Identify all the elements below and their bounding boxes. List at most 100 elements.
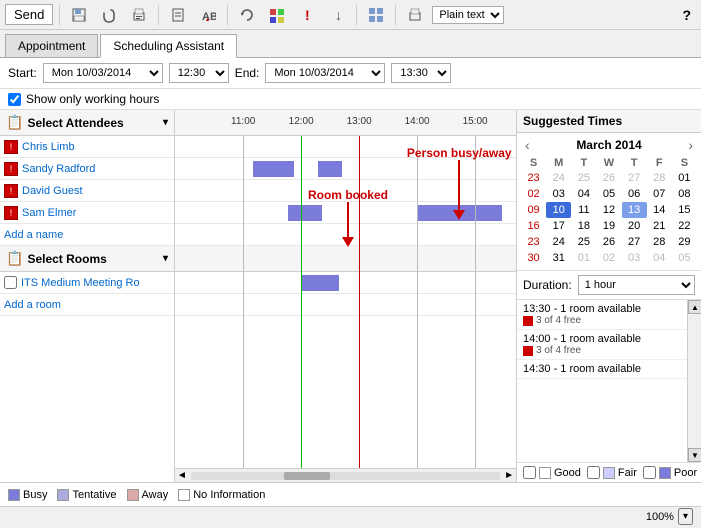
end-date-select[interactable]: Mon 10/03/2014 — [265, 63, 385, 83]
attach-button[interactable] — [96, 4, 122, 26]
cal-day[interactable]: 29 — [672, 234, 697, 250]
cal-day[interactable]: 03 — [622, 250, 647, 266]
start-date-select[interactable]: Mon 10/03/2014 — [43, 63, 163, 83]
cal-day[interactable]: 12 — [596, 202, 621, 218]
print2-button[interactable] — [402, 4, 428, 26]
suggested-item-2[interactable]: 14:00 - 1 room available 3 of 4 free — [517, 330, 687, 360]
person-busy-arrow-stem — [458, 160, 460, 210]
cal-day[interactable]: 18 — [571, 218, 596, 234]
timeline-section-rooms — [175, 246, 516, 272]
zoom-button[interactable]: ▾ — [678, 508, 693, 525]
cal-day[interactable]: 22 — [672, 218, 697, 234]
cal-day[interactable]: 25 — [571, 234, 596, 250]
fair-checkbox[interactable] — [587, 466, 600, 479]
cal-day[interactable]: 15 — [672, 202, 697, 218]
cal-day[interactable]: 25 — [571, 170, 596, 186]
poor-checkbox[interactable] — [643, 466, 656, 479]
spellcheck-button[interactable]: ABC — [195, 4, 221, 26]
attendee-link-2[interactable]: Sandy Radford — [22, 163, 95, 175]
cal-day[interactable]: 01 — [571, 250, 596, 266]
cal-day[interactable]: 09 — [521, 202, 546, 218]
cal-day[interactable]: 28 — [647, 170, 672, 186]
print-button[interactable] — [126, 4, 152, 26]
cal-day[interactable]: 26 — [596, 170, 621, 186]
recurrence-button[interactable] — [234, 4, 260, 26]
scroll-right-btn[interactable]: ► — [504, 470, 514, 481]
cal-day[interactable]: 08 — [672, 186, 697, 202]
cal-day[interactable]: 28 — [647, 234, 672, 250]
scroll-thumb[interactable] — [284, 472, 330, 480]
cal-day[interactable]: 27 — [622, 234, 647, 250]
cal-day[interactable]: 16 — [521, 218, 546, 234]
save-button[interactable] — [66, 4, 92, 26]
cal-day[interactable]: 03 — [546, 186, 571, 202]
scroll-track[interactable] — [191, 472, 500, 480]
cal-day[interactable]: 06 — [622, 186, 647, 202]
good-label: Good — [554, 467, 581, 479]
cal-day[interactable]: 14 — [647, 202, 672, 218]
cal-prev-btn[interactable]: ‹ — [521, 137, 534, 153]
cal-day[interactable]: 07 — [647, 186, 672, 202]
cal-day[interactable]: 24 — [546, 170, 571, 186]
add-attendee-row[interactable]: Add a name — [0, 224, 174, 246]
cal-day[interactable]: 17 — [546, 218, 571, 234]
importance-high-button[interactable]: ! — [294, 4, 320, 26]
addressbook-button[interactable] — [165, 4, 191, 26]
importance-high-icon: ! — [299, 7, 315, 23]
categorize-button[interactable] — [264, 4, 290, 26]
cal-next-btn[interactable]: › — [684, 137, 697, 153]
cal-day[interactable]: 02 — [521, 186, 546, 202]
cal-day[interactable]: 05 — [596, 186, 621, 202]
gfp-good: Good — [523, 466, 581, 479]
end-time-select[interactable]: 13:30 — [391, 63, 451, 83]
cal-day[interactable]: 26 — [596, 234, 621, 250]
start-time-select[interactable]: 12:30 — [169, 63, 229, 83]
good-checkbox[interactable] — [523, 466, 536, 479]
scroll-left-btn[interactable]: ◄ — [177, 470, 187, 481]
cal-day[interactable]: 23 — [521, 170, 546, 186]
suggested-header: Suggested Times — [517, 110, 701, 133]
cal-day[interactable]: 13 — [622, 202, 647, 218]
cal-day[interactable]: 11 — [571, 202, 596, 218]
suggested-scroll-track[interactable] — [688, 314, 701, 448]
tab-appointment[interactable]: Appointment — [5, 34, 98, 57]
suggested-scroll-down[interactable]: ▼ — [688, 448, 701, 462]
room-checkbox-1[interactable] — [4, 276, 17, 289]
suggested-item-1[interactable]: 13:30 - 1 room available 3 of 4 free — [517, 300, 687, 330]
attendee-link-1[interactable]: Chris Limb — [22, 141, 75, 153]
working-hours-checkbox[interactable] — [8, 93, 21, 106]
help-button[interactable]: ? — [677, 4, 696, 26]
cal-day[interactable]: 23 — [521, 234, 546, 250]
cal-day[interactable]: 31 — [546, 250, 571, 266]
suggested-item-3[interactable]: 14:30 - 1 room available — [517, 360, 687, 379]
cal-day[interactable]: 04 — [571, 186, 596, 202]
cal-day[interactable]: 20 — [622, 218, 647, 234]
cal-day[interactable]: 01 — [672, 170, 697, 186]
duration-select[interactable]: 1 hour — [578, 275, 695, 295]
cal-day[interactable]: 30 — [521, 250, 546, 266]
cal-day[interactable]: 04 — [647, 250, 672, 266]
cal-day[interactable]: 21 — [647, 218, 672, 234]
cal-day[interactable]: 19 — [596, 218, 621, 234]
cal-day[interactable]: 10 — [546, 202, 571, 218]
cal-day[interactable]: 02 — [596, 250, 621, 266]
format-select[interactable]: Plain text — [432, 6, 504, 24]
gridline-12-green — [301, 136, 302, 468]
room-link-1[interactable]: ITS Medium Meeting Ro — [21, 277, 140, 289]
attendee-link-4[interactable]: Sam Elmer — [22, 207, 76, 219]
rooms-options[interactable]: ▾ — [163, 253, 168, 264]
send-button[interactable]: Send — [5, 4, 53, 25]
cal-day[interactable]: 05 — [672, 250, 697, 266]
suggested-scroll-up[interactable]: ▲ — [688, 300, 701, 314]
cal-day[interactable]: 27 — [622, 170, 647, 186]
duration-row: Duration: 1 hour — [517, 270, 701, 300]
cal-day[interactable]: 24 — [546, 234, 571, 250]
tab-scheduling[interactable]: Scheduling Assistant — [100, 34, 237, 58]
add-room-row[interactable]: Add a room — [0, 294, 174, 316]
horizontal-scrollbar[interactable]: ◄ ► — [175, 468, 516, 482]
view-button[interactable] — [363, 4, 389, 26]
addressbook-icon — [170, 7, 186, 23]
importance-low-button[interactable]: ↓ — [324, 4, 350, 26]
attendee-link-3[interactable]: David Guest — [22, 185, 83, 197]
attendees-options[interactable]: ▾ — [163, 117, 168, 128]
